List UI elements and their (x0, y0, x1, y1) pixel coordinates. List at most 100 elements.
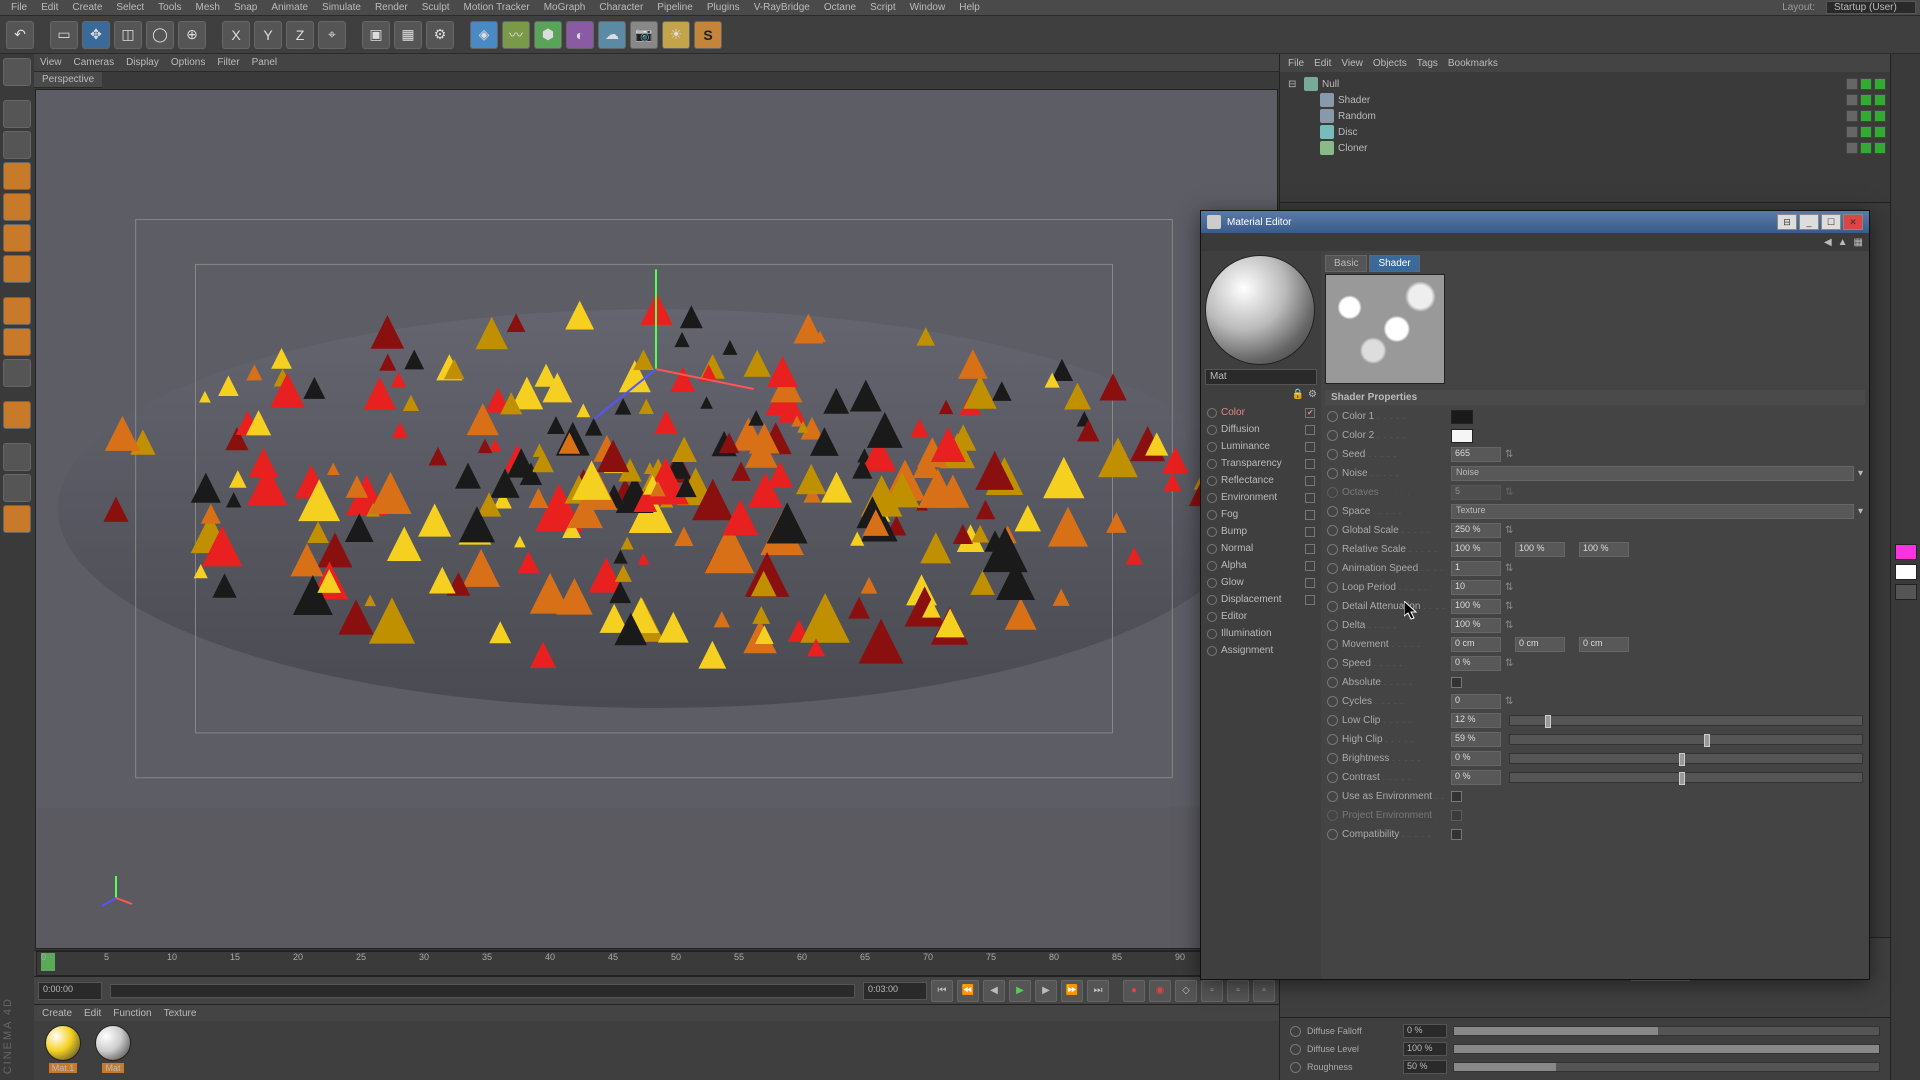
vpmenu-options[interactable]: Options (171, 57, 205, 68)
prop-input[interactable]: 1 (1451, 561, 1501, 576)
matmenu-function[interactable]: Function (113, 1008, 151, 1019)
misc-button[interactable] (3, 505, 31, 533)
ommenu-file[interactable]: File (1288, 58, 1304, 69)
prop-input[interactable]: 10 (1451, 580, 1501, 595)
anim-dot-icon[interactable] (1327, 544, 1338, 555)
menu-help[interactable]: Help (952, 2, 987, 13)
matmenu-edit[interactable]: Edit (84, 1008, 101, 1019)
viewport-tab[interactable]: Perspective (34, 72, 102, 88)
prop-select[interactable]: Noise (1451, 466, 1854, 481)
coord-sys-button[interactable]: ⌖ (318, 21, 346, 49)
render-region-button[interactable]: ▦ (394, 21, 422, 49)
anim-dot-icon[interactable] (1290, 1044, 1301, 1055)
spinner-icon[interactable]: ⇅ (1505, 449, 1513, 460)
record-button[interactable]: ● (1123, 980, 1145, 1002)
anim-dot-icon[interactable] (1207, 561, 1217, 571)
anim-dot-icon[interactable] (1207, 442, 1217, 452)
channel-displacement[interactable]: Displacement (1205, 591, 1317, 608)
axis-y-toggle[interactable]: Y (254, 21, 282, 49)
poly-mode-button[interactable] (3, 255, 31, 283)
vis-tag[interactable] (1846, 78, 1858, 90)
anim-dot-icon[interactable] (1327, 677, 1338, 688)
prop-input[interactable]: 0 cm (1579, 637, 1629, 652)
window-pin-button[interactable]: ⊟ (1777, 214, 1797, 230)
prop-select[interactable]: Texture (1451, 504, 1854, 519)
anim-dot-icon[interactable] (1207, 595, 1217, 605)
prop-input[interactable]: 665 (1451, 447, 1501, 462)
ommenu-tags[interactable]: Tags (1417, 58, 1438, 69)
vis-tag[interactable] (1860, 94, 1872, 106)
keyframe-sel-button[interactable]: ◇ (1175, 980, 1197, 1002)
color-swatch[interactable] (1451, 429, 1473, 443)
vis-tag[interactable] (1860, 78, 1872, 90)
anim-dot-icon[interactable] (1327, 829, 1338, 840)
channel-checkbox[interactable] (1305, 408, 1315, 418)
anim-dot-icon[interactable] (1327, 639, 1338, 650)
channel-diffusion[interactable]: Diffusion (1205, 421, 1317, 438)
prop-input[interactable]: 100 % (1515, 542, 1565, 557)
anim-dot-icon[interactable] (1207, 578, 1217, 588)
vpmenu-panel[interactable]: Panel (252, 57, 278, 68)
channel-checkbox[interactable] (1305, 527, 1315, 537)
anim-dot-icon[interactable] (1327, 487, 1338, 498)
vpmenu-display[interactable]: Display (126, 57, 159, 68)
channel-bump[interactable]: Bump (1205, 523, 1317, 540)
om-item[interactable]: Cloner (1284, 140, 1886, 156)
menu-mesh[interactable]: Mesh (189, 2, 227, 13)
nav-back-icon[interactable]: ◀ (1824, 237, 1832, 248)
anim-dot-icon[interactable] (1207, 527, 1217, 537)
menu-select[interactable]: Select (109, 2, 151, 13)
settings-icon[interactable]: ⚙ (1308, 389, 1317, 400)
prev-key-button[interactable]: ⏪ (957, 980, 979, 1002)
prop-slider[interactable] (1509, 734, 1863, 745)
texture-mode-button[interactable] (3, 131, 31, 159)
anim-dot-icon[interactable] (1327, 772, 1338, 783)
channel-checkbox[interactable] (1305, 442, 1315, 452)
make-editable-button[interactable] (3, 58, 31, 86)
prop-checkbox[interactable] (1451, 677, 1462, 688)
workplane-button[interactable] (3, 359, 31, 387)
spline-button[interactable]: 〰 (502, 21, 530, 49)
menu-sculpt[interactable]: Sculpt (415, 2, 457, 13)
channel-illumination[interactable]: Illumination (1205, 625, 1317, 642)
ommenu-objects[interactable]: Objects (1373, 58, 1407, 69)
timecode-start[interactable]: 0:00:00 (38, 982, 102, 1000)
vis-tag[interactable] (1874, 126, 1886, 138)
vpmenu-filter[interactable]: Filter (217, 57, 239, 68)
prop-input[interactable]: 12 % (1451, 713, 1501, 728)
lock-button[interactable] (3, 401, 31, 429)
key-scale-button[interactable]: ▫ (1253, 980, 1275, 1002)
anim-dot-icon[interactable] (1327, 506, 1338, 517)
swatch-1[interactable] (1895, 544, 1917, 560)
layout-select[interactable]: Startup (User) (1826, 1, 1916, 14)
viewport[interactable]: Grid Spac (35, 89, 1278, 949)
anim-dot-icon[interactable] (1207, 408, 1217, 418)
move-tool[interactable]: ✥ (82, 21, 110, 49)
anim-dot-icon[interactable] (1207, 425, 1217, 435)
prop-input[interactable]: 0 cm (1515, 637, 1565, 652)
channel-color[interactable]: Color (1205, 404, 1317, 421)
light-button[interactable]: ☀ (662, 21, 690, 49)
place-tool[interactable]: ⊕ (178, 21, 206, 49)
prop-slider[interactable] (1509, 715, 1863, 726)
ommenu-edit[interactable]: Edit (1314, 58, 1331, 69)
dropdown-icon[interactable]: ▾ (1858, 506, 1863, 517)
prop-input[interactable]: 100 % (1579, 542, 1629, 557)
channel-normal[interactable]: Normal (1205, 540, 1317, 557)
nav-up-icon[interactable]: ▲ (1838, 237, 1848, 248)
vis-tag[interactable] (1860, 110, 1872, 122)
menu-v-raybridge[interactable]: V-RayBridge (747, 2, 817, 13)
anim-dot-icon[interactable] (1207, 646, 1217, 656)
attr-input[interactable]: 0 % (1403, 1024, 1447, 1038)
spinner-icon[interactable]: ⇅ (1505, 620, 1513, 631)
viewport-solo2-button[interactable] (3, 474, 31, 502)
spinner-icon[interactable]: ⇅ (1505, 582, 1513, 593)
matmenu-texture[interactable]: Texture (164, 1008, 197, 1019)
spinner-icon[interactable]: ⇅ (1505, 658, 1513, 669)
channel-transparency[interactable]: Transparency (1205, 455, 1317, 472)
menu-plugins[interactable]: Plugins (700, 2, 747, 13)
menu-window[interactable]: Window (903, 2, 953, 13)
anim-dot-icon[interactable] (1207, 476, 1217, 486)
vis-tag[interactable] (1874, 94, 1886, 106)
material-preview[interactable] (1205, 255, 1315, 365)
